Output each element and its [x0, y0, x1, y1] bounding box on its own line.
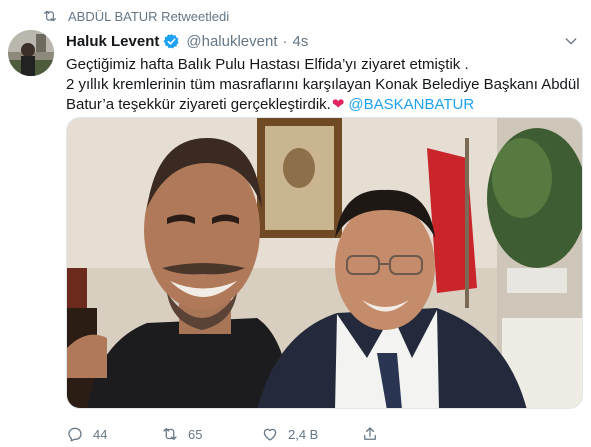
reply-icon [68, 427, 82, 442]
reply-count: 44 [93, 426, 108, 442]
tweet-photo[interactable] [66, 117, 583, 409]
reply-button[interactable]: 44 [66, 425, 161, 443]
like-count: 2,4 B [288, 426, 319, 442]
tweet-text-line: Geçtiğimiz hafta Balık Pulu Hastası Elfi… [66, 56, 469, 73]
tweet-header: Haluk Levent @haluklevent · 4s [66, 31, 579, 51]
tweet-text: Geçtiğimiz hafta Balık Pulu Hastası Elfi… [66, 55, 580, 115]
share-button[interactable] [361, 425, 388, 443]
retweet-icon [163, 428, 177, 440]
tweet-text-line-last: Batur’a teşekkür ziyareti gerçekleştirdi… [66, 95, 576, 115]
retweet-count: 65 [188, 426, 203, 442]
heart-outline-icon [263, 428, 277, 441]
tweet-timestamp[interactable]: 4s [293, 33, 309, 50]
like-button[interactable]: 2,4 B [261, 425, 361, 443]
header-separator: · [282, 32, 288, 50]
chevron-down-icon[interactable] [563, 33, 579, 49]
author-handle[interactable]: @haluklevent [186, 33, 277, 50]
author-name[interactable]: Haluk Levent [66, 33, 159, 50]
mention-link[interactable]: @BASKANBATUR [348, 96, 474, 113]
author-avatar[interactable] [8, 30, 54, 76]
heart-emoji: ❤ [331, 96, 345, 113]
tweet-text-line: Batur’a teşekkür ziyareti gerçekleştirdi… [66, 96, 331, 113]
tweet-actions: 44 65 2,4 B [66, 423, 486, 445]
tweet-text-line: 2 yıllık kremlerinin tüm masraflarını ka… [66, 76, 580, 93]
retweet-icon [44, 10, 56, 22]
retweeted-by-label: ABDÜL BATUR Retweetledi [68, 8, 230, 24]
verified-badge-icon [164, 33, 180, 49]
retweet-indicator: ABDÜL BATUR Retweetledi [42, 7, 229, 25]
share-icon [364, 427, 376, 440]
selfie-photo [67, 118, 582, 408]
retweet-button[interactable]: 65 [161, 425, 261, 443]
